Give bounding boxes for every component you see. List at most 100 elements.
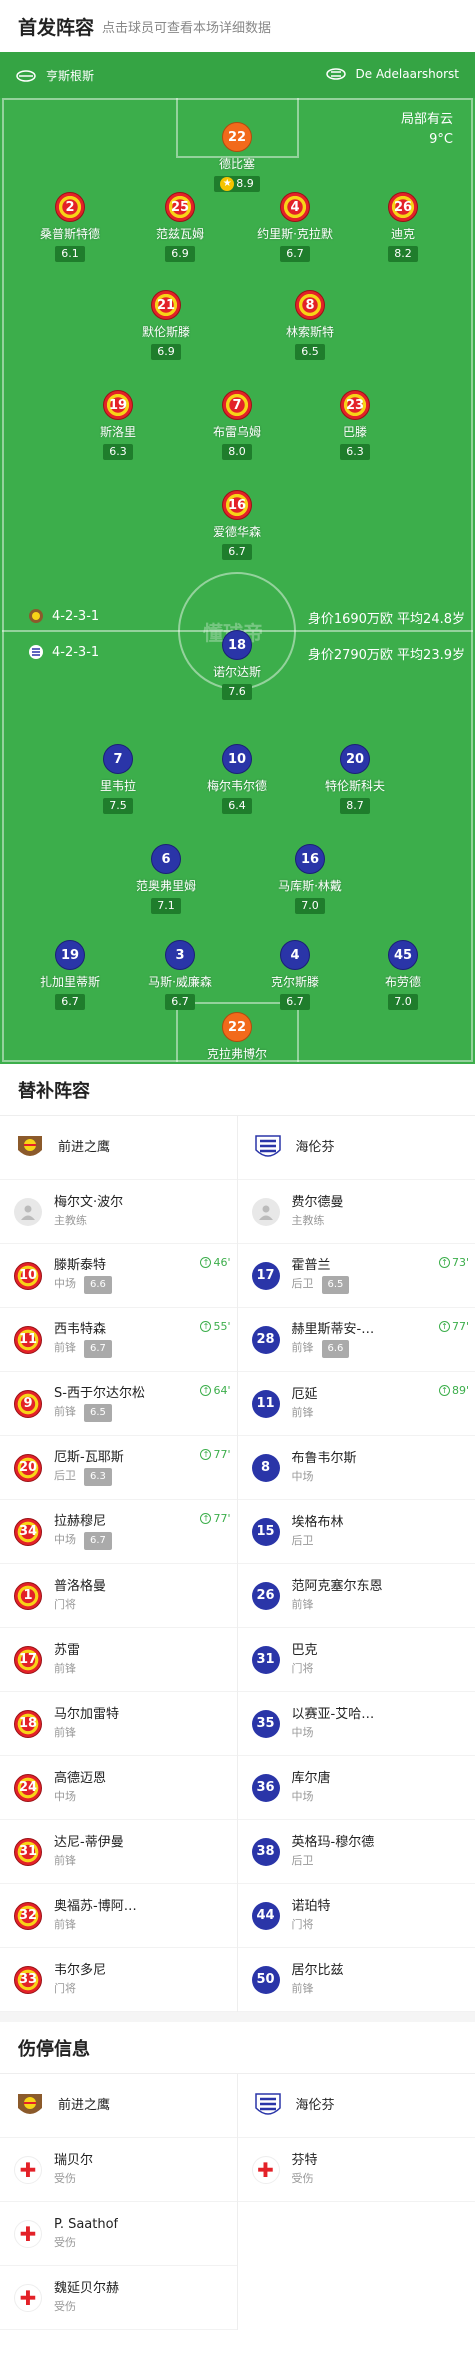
home-player[interactable]: 22 德比塞 ★ 8.9 [182, 122, 292, 192]
sub-player-name: 居尔比兹 [291, 1962, 344, 1978]
sub-player-row[interactable]: 36 库尔唐 中场 [237, 1756, 475, 1820]
sub-player-row[interactable]: 9 S-西于尔达尔松 前锋 6.5 ↑ 64' [0, 1372, 237, 1436]
sub-player-row[interactable]: 18 马尔加雷特 前锋 [0, 1692, 237, 1756]
rating-value: 8.9 [236, 177, 254, 190]
home-coach-row[interactable]: 梅尔文·波尔 主教练 [0, 1180, 237, 1244]
away-player[interactable]: 6 范奥弗里姆 7.1 [111, 844, 221, 914]
away-player[interactable]: 3 马斯·威廉森 6.7 [125, 940, 235, 1010]
sub-player-info: 库尔唐 中场 [292, 1770, 331, 1806]
away-player[interactable]: 16 马库斯·林戴 7.0 [255, 844, 365, 914]
away-player[interactable]: 7 里韦拉 7.5 [63, 744, 173, 814]
player-rating: 6.5 [295, 344, 325, 360]
sub-player-info: 居尔比兹 前锋 [292, 1962, 344, 1998]
sub-player-row[interactable]: 26 范阿克塞尔东恩 前锋 [237, 1564, 475, 1628]
home-player[interactable]: 19 斯洛里 6.3 [63, 390, 173, 460]
home-player[interactable]: 16 爱德华森 6.7 [182, 490, 292, 560]
sub-rating: 6.7 [84, 1532, 112, 1550]
sub-player-row[interactable]: 20 厄斯-瓦耶斯 后卫 6.3 ↑ 77' [0, 1436, 237, 1500]
home-player[interactable]: 8 林索斯特 6.5 [255, 290, 365, 360]
sub-player-row[interactable]: 38 英格玛-穆尔德 后卫 [237, 1820, 475, 1884]
player-name: 德比塞 [218, 157, 255, 171]
sub-player-position: 前锋 [54, 1660, 80, 1678]
sub-player-name: 巴克 [291, 1642, 318, 1658]
player-name: 桑普斯特德 [39, 227, 100, 241]
away-coach-row[interactable]: 费尔德曼 主教练 [237, 1180, 475, 1244]
jersey-number: 18 [222, 630, 252, 660]
injury-grid: 前进之鹰 ✚ 瑞贝尔 受伤 ✚ P. Saathof 受伤 ✚ 魏延贝尔赫 受伤 海伦芬 ✚ 芬特… [0, 2074, 475, 2330]
injury-info: 瑞贝尔 受伤 [54, 2152, 93, 2188]
away-team-row: 海伦芬 [237, 1116, 475, 1180]
home-player[interactable]: 23 巴滕 6.3 [300, 390, 410, 460]
sub-player-name: 厄延 [291, 1386, 318, 1402]
sub-player-row[interactable]: 31 巴克 门将 [237, 1628, 475, 1692]
injury-status: 受伤 [54, 2235, 76, 2249]
sub-player-position: 中场 6.6 [54, 1275, 112, 1294]
sub-player-row[interactable]: 31 达尼-蒂伊曼 前锋 [0, 1820, 237, 1884]
sub-player-info: S-西于尔达尔松 前锋 6.5 [54, 1385, 145, 1422]
sub-player-row[interactable]: 44 诺珀特 门将 [237, 1884, 475, 1948]
injury-row[interactable]: ✚ 芬特 受伤 [237, 2138, 475, 2202]
home-player[interactable]: 7 布雷乌姆 8.0 [182, 390, 292, 460]
sub-on-minute: ↑ 77' [438, 1320, 469, 1333]
sub-player-row[interactable]: 17 霍普兰 后卫 6.5 ↑ 73' [237, 1244, 475, 1308]
sub-player-row[interactable]: 33 韦尔多尼 门将 [0, 1948, 237, 2012]
subs-title: 替补阵容 [0, 1064, 475, 1116]
sub-player-row[interactable]: 35 以赛亚-艾哈… 中场 [237, 1692, 475, 1756]
sub-player-info: 达尼-蒂伊曼 前锋 [54, 1834, 124, 1870]
sub-player-position: 前锋 [54, 1724, 119, 1742]
injury-row[interactable]: ✚ P. Saathof 受伤 [0, 2202, 237, 2266]
sub-rating: 6.7 [84, 1340, 112, 1358]
sub-player-position: 中场 6.7 [54, 1531, 112, 1550]
home-player[interactable]: 25 范兹瓦姆 6.9 [125, 192, 235, 262]
sub-on-minute: ↑ 89' [438, 1384, 469, 1397]
away-player[interactable]: 20 特伦斯科夫 8.7 [300, 744, 410, 814]
sub-player-name: 霍普兰 [291, 1258, 331, 1273]
jersey-number: 7 [103, 744, 133, 774]
home-player[interactable]: 26 迪克 8.2 [348, 192, 458, 262]
home-formation: 4-2-3-1 [28, 608, 99, 624]
player-name: 特伦斯科夫 [324, 779, 385, 793]
player-name: 默伦斯滕 [141, 325, 190, 339]
sub-player-row[interactable]: 28 赫里斯蒂安-… 前锋 6.6 ↑ 77' [237, 1308, 475, 1372]
sub-player-row[interactable]: 32 奥福苏-博阿… 前锋 [0, 1884, 237, 1948]
rating-value: 8.0 [228, 445, 246, 458]
injury-row[interactable]: ✚ 瑞贝尔 受伤 [0, 2138, 237, 2202]
sub-player-row[interactable]: 11 西韦特森 前锋 6.7 ↑ 55' [0, 1308, 237, 1372]
sub-player-name: 布鲁韦尔斯 [291, 1450, 357, 1466]
sub-jersey-number: 10 [14, 1261, 42, 1290]
away-player[interactable]: 18 诺尔达斯 7.6 [182, 630, 292, 700]
sub-player-info: 范阿克塞尔东恩 前锋 [292, 1578, 383, 1614]
sub-player-position: 中场 [54, 1788, 106, 1806]
sub-jersey-number: 24 [14, 1773, 42, 1802]
home-player[interactable]: 2 桑普斯特德 6.1 [15, 192, 125, 262]
injury-row[interactable]: ✚ 魏延贝尔赫 受伤 [0, 2266, 237, 2330]
sub-player-row[interactable]: 8 布鲁韦尔斯 中场 [237, 1436, 475, 1500]
player-rating: 6.7 [222, 544, 252, 560]
home-player[interactable]: 21 默伦斯滕 6.9 [111, 290, 221, 360]
position-text: 前锋 [291, 1981, 314, 1995]
sub-player-row[interactable]: 10 滕斯泰特 中场 6.6 ↑ 46' [0, 1244, 237, 1308]
sub-on-minute-text: 55' [213, 1320, 231, 1333]
away-player[interactable]: 4 克尔斯滕 6.7 [240, 940, 350, 1010]
sub-jersey-number: 11 [14, 1325, 42, 1354]
sub-player-row[interactable]: 1 普洛格曼 门将 [0, 1564, 237, 1628]
sub-player-info: 厄延 前锋 [292, 1386, 318, 1422]
sub-jersey-number: 31 [251, 1645, 280, 1674]
sub-jersey-number: 50 [251, 1965, 280, 1994]
away-player[interactable]: 22克拉弗博尔7.2 [182, 1012, 292, 1064]
sub-player-position: 中场 [292, 1468, 357, 1486]
away-player[interactable]: 45 布劳德 7.0 [348, 940, 458, 1010]
sub-player-row[interactable]: 50 居尔比兹前锋 [237, 1948, 475, 2012]
sub-player-position: 前锋 6.5 [54, 1403, 145, 1422]
home-player[interactable]: 4 约里斯·克拉默 6.7 [240, 192, 350, 262]
away-player[interactable]: 19 扎加里蒂斯 6.7 [15, 940, 125, 1010]
injured-player-name: P. Saathof [54, 2216, 119, 2232]
sub-player-row[interactable]: 15 埃格布林 后卫 [237, 1500, 475, 1564]
away-formation: 4-2-3-1 [28, 644, 99, 660]
sub-player-row[interactable]: 17 苏雷 前锋 [0, 1628, 237, 1692]
away-player[interactable]: 10 梅尔韦尔德 6.4 [182, 744, 292, 814]
sub-player-row[interactable]: 34 拉赫穆尼 中场 6.7 ↑ 77' [0, 1500, 237, 1564]
sub-player-row[interactable]: 24 高德迈恩 中场 [0, 1756, 237, 1820]
sub-player-row[interactable]: 11 厄延 前锋 ↑ 89' [237, 1372, 475, 1436]
sub-jersey-number: 20 [14, 1453, 42, 1482]
